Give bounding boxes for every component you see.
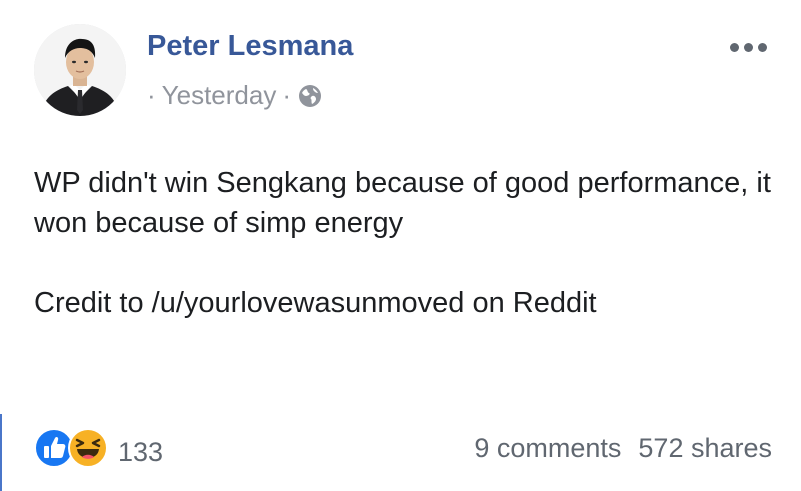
more-dot: [744, 42, 753, 52]
post-meta: · Yesterday ·: [147, 80, 323, 111]
divider: [0, 414, 2, 491]
post-card: Peter Lesmana · Yesterday · WP didn't wi…: [0, 0, 801, 491]
reactions-summary[interactable]: 133: [34, 428, 163, 468]
globe-icon[interactable]: [297, 83, 323, 109]
more-dot: [758, 42, 767, 52]
author-avatar[interactable]: [34, 24, 126, 116]
more-dot: [730, 42, 739, 52]
more-options-icon[interactable]: [730, 38, 770, 56]
post-body: WP didn't win Sengkang because of good p…: [34, 163, 774, 323]
post-paragraph: Credit to /u/yourlovewasunmoved on Reddi…: [34, 287, 597, 319]
meta-separator: ·: [147, 80, 156, 110]
avatar-photo: [34, 24, 126, 116]
reaction-count: 133: [118, 436, 164, 467]
shares-count-link[interactable]: 572 shares: [638, 433, 772, 464]
author-name[interactable]: Peter Lesmana: [147, 30, 353, 63]
post-paragraph: WP didn't win Sengkang because of good p…: [34, 167, 771, 239]
haha-icon: [68, 428, 108, 468]
post-stats: 9 comments 572 shares: [474, 433, 772, 464]
meta-separator: ·: [282, 80, 292, 110]
comments-count-link[interactable]: 9 comments: [474, 433, 621, 464]
post-timestamp[interactable]: Yesterday: [162, 80, 277, 111]
